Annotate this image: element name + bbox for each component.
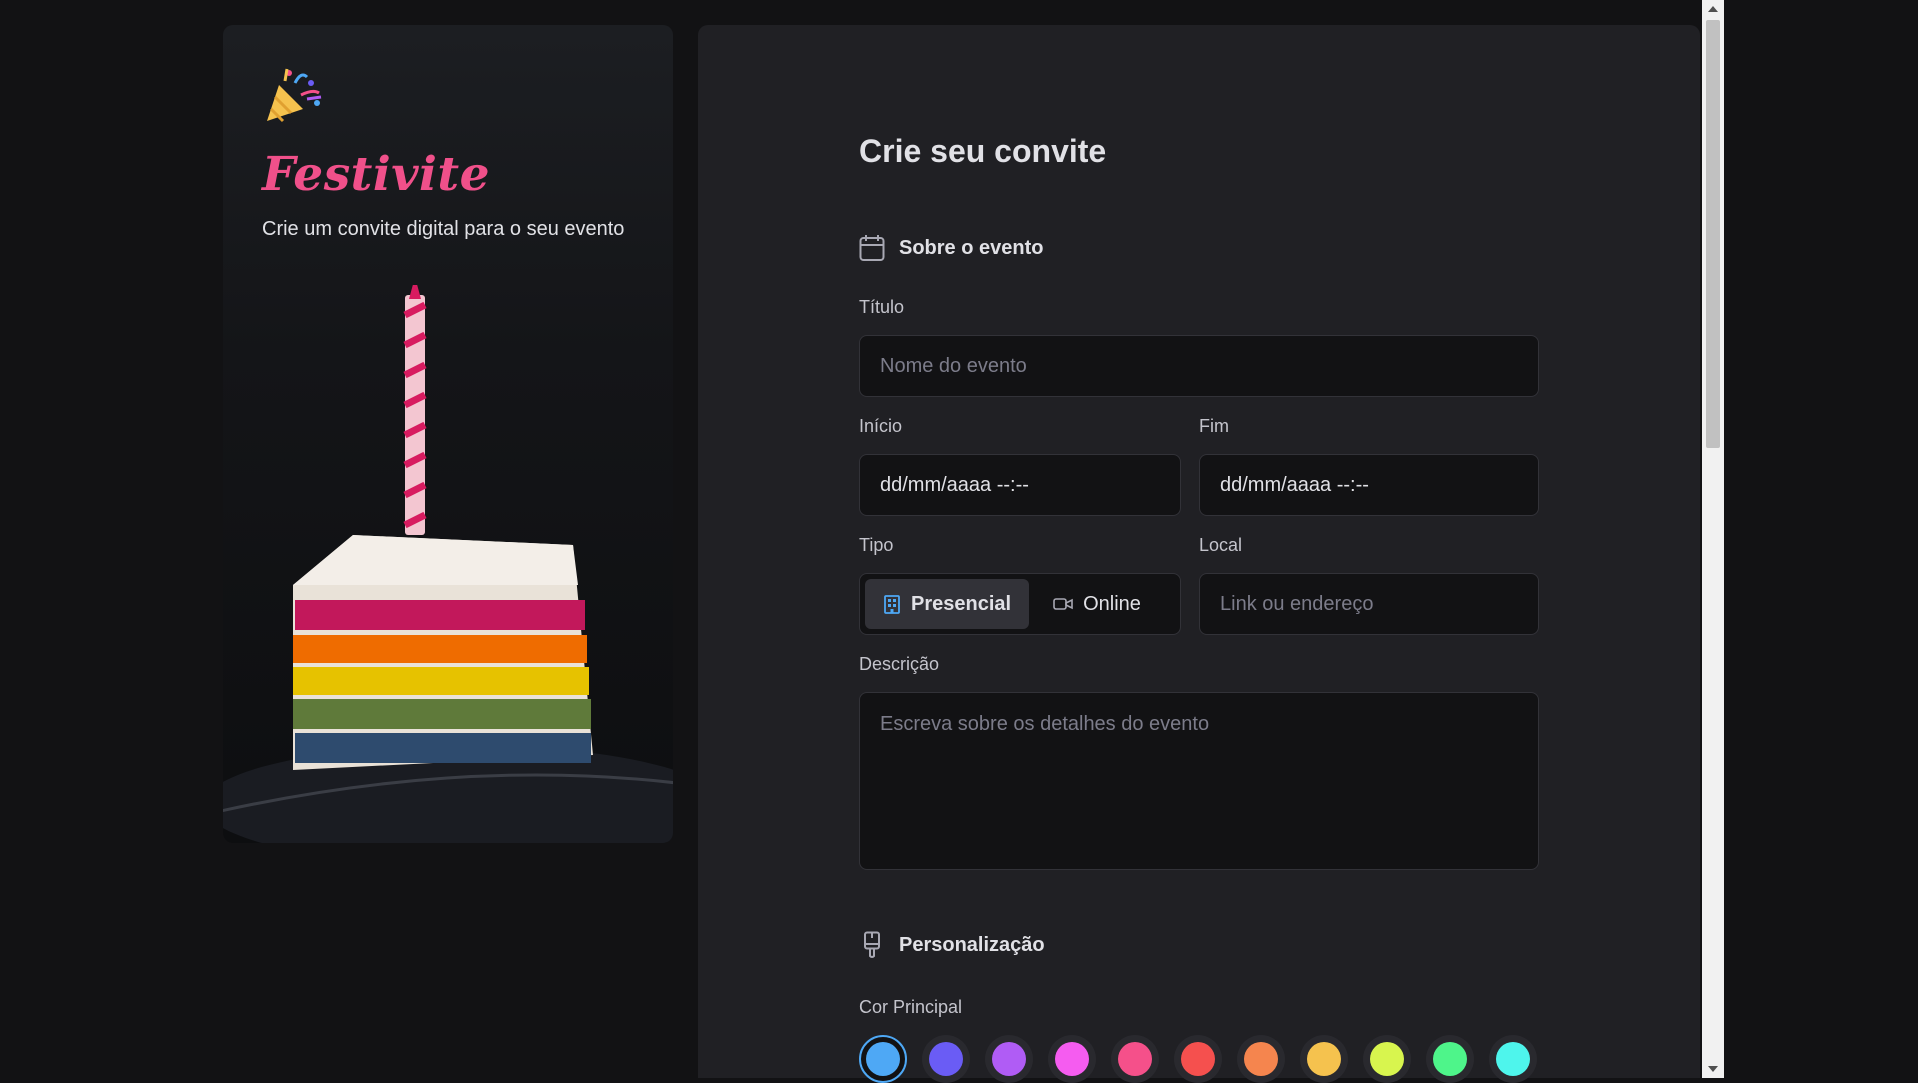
color-dot [929, 1042, 963, 1076]
color-swatch-3[interactable] [1048, 1035, 1096, 1083]
brand-tagline: Crie um convite digital para o seu event… [262, 218, 625, 240]
brush-icon [864, 931, 880, 958]
color-label: Cor Principal [859, 997, 963, 1017]
color-dot [1181, 1042, 1215, 1076]
start-label: Início [859, 416, 903, 436]
color-swatch-4[interactable] [1111, 1035, 1159, 1083]
color-swatch-8[interactable] [1363, 1035, 1411, 1083]
color-swatch-5[interactable] [1174, 1035, 1222, 1083]
scroll-up-arrow-icon[interactable] [1708, 6, 1718, 12]
video-icon [1053, 598, 1073, 610]
description-textarea[interactable]: Escreva sobre os detalhes do evento [859, 692, 1539, 870]
color-swatch-1[interactable] [922, 1035, 970, 1083]
cake-image [223, 285, 673, 843]
brand-name: Festivite [262, 147, 491, 202]
type-option-presencial-label: Presencial [911, 592, 1012, 615]
color-dot [1370, 1042, 1404, 1076]
type-toggle: Presencial Online [859, 573, 1181, 635]
color-dot [1055, 1042, 1089, 1076]
type-option-online-label: Online [1083, 592, 1141, 615]
color-swatch-0[interactable] [859, 1035, 907, 1083]
color-swatch-2[interactable] [985, 1035, 1033, 1083]
description-label: Descrição [859, 654, 940, 674]
page-title: Crie seu convite [859, 133, 1107, 169]
end-datetime-input[interactable]: dd/mm/aaaa --:-- [1199, 454, 1539, 516]
end-label: Fim [1199, 416, 1229, 436]
scroll-thumb[interactable] [1706, 20, 1720, 448]
scrollbar[interactable] [1702, 0, 1724, 1078]
color-dot [1496, 1042, 1530, 1076]
color-swatch-9[interactable] [1426, 1035, 1474, 1083]
title-input[interactable]: Nome do evento [859, 335, 1539, 397]
color-dot [1244, 1042, 1278, 1076]
color-dot [1307, 1042, 1341, 1076]
color-dot [1433, 1042, 1467, 1076]
title-label: Título [859, 297, 905, 317]
color-dot [1118, 1042, 1152, 1076]
type-option-online[interactable]: Online [1035, 579, 1159, 629]
section-event-header: Sobre o evento [859, 234, 1043, 262]
location-label: Local [1199, 535, 1243, 555]
type-label: Tipo [859, 535, 894, 555]
sidebar: Festivite Crie um convite digital para o… [223, 25, 673, 843]
section-event-title: Sobre o evento [899, 236, 1044, 259]
party-popper-icon [267, 68, 322, 123]
color-swatch-7[interactable] [1300, 1035, 1348, 1083]
color-swatch-6[interactable] [1237, 1035, 1285, 1083]
type-option-presencial[interactable]: Presencial [865, 579, 1030, 629]
color-picker [859, 1035, 1537, 1083]
section-custom-title: Personalização [899, 933, 1045, 956]
building-icon [884, 595, 900, 614]
calendar-icon [859, 235, 885, 261]
section-custom-header: Personalização [859, 931, 1045, 959]
color-dot [992, 1042, 1026, 1076]
main-panel: Crie seu convite Sobre o evento Título N… [698, 25, 1700, 1083]
start-datetime-input[interactable]: dd/mm/aaaa --:-- [859, 454, 1181, 516]
color-swatch-10[interactable] [1489, 1035, 1537, 1083]
scroll-down-arrow-icon[interactable] [1708, 1066, 1718, 1072]
location-input[interactable]: Link ou endereço [1199, 573, 1539, 635]
color-dot [866, 1042, 900, 1076]
